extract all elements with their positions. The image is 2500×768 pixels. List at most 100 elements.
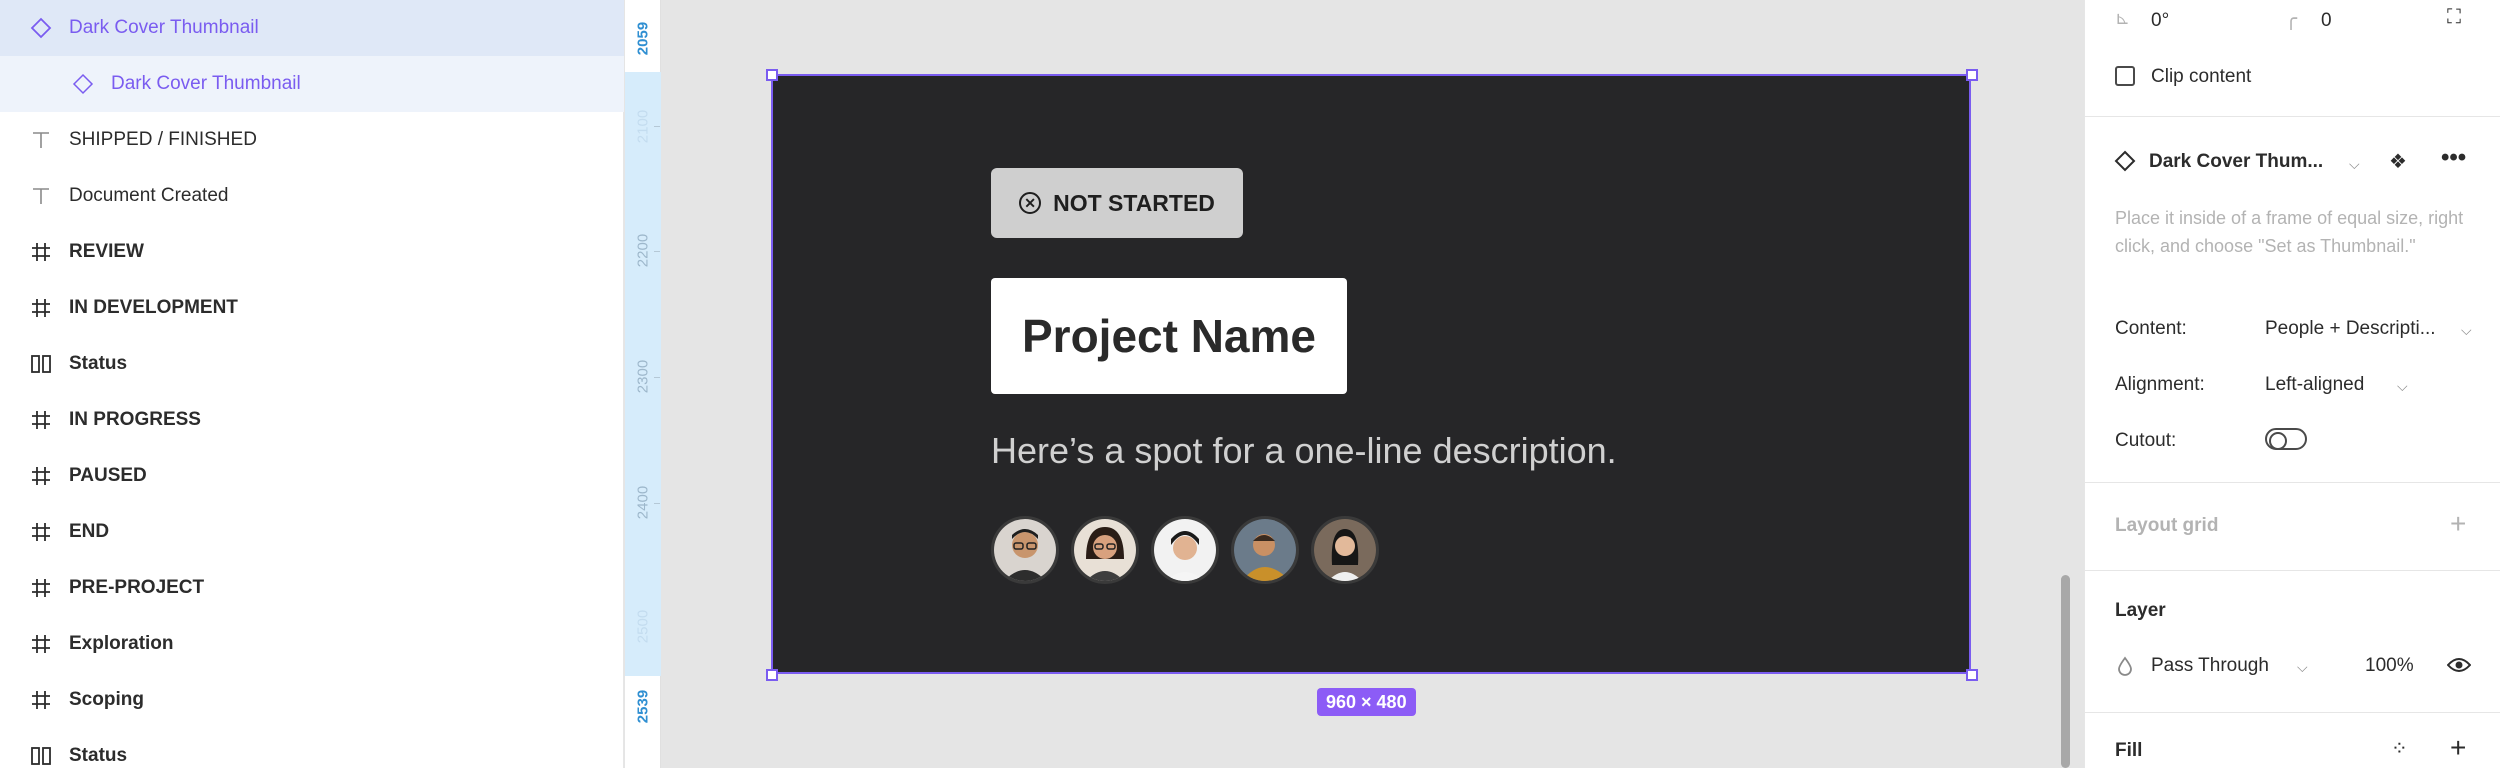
layer-row[interactable]: Status	[0, 336, 624, 392]
vertical-ruler: 2059 2100 2200 2300 2400 2500 2539	[625, 0, 661, 768]
ruler-label: 2400	[634, 485, 652, 520]
layer-row[interactable]: END	[0, 504, 624, 560]
layer-row[interactable]: PAUSED	[0, 448, 624, 504]
layer-row[interactable]: Status	[0, 728, 624, 768]
frame-icon	[28, 631, 54, 657]
chevron-down-icon[interactable]: ⌵	[2397, 378, 2408, 395]
frame-icon	[28, 463, 54, 489]
project-name-box[interactable]: Project Name	[991, 278, 1347, 394]
frame-icon	[28, 407, 54, 433]
avatar[interactable]	[1231, 516, 1299, 584]
layer-row[interactable]: IN DEVELOPMENT	[0, 280, 624, 336]
layer-row[interactable]: Dark Cover Thumbnail	[0, 56, 624, 112]
ruler-label-end: 2539	[634, 689, 652, 724]
resize-handle-bottom-right[interactable]	[1966, 669, 1978, 681]
layer-label: Status	[69, 353, 128, 374]
columns-icon	[28, 743, 54, 768]
dark-cover-thumbnail-frame[interactable]: ✕ NOT STARTED Project Name Here’s a spot…	[771, 74, 1971, 674]
layer-row[interactable]: Document Created	[0, 168, 624, 224]
layer-label: REVIEW	[69, 241, 144, 262]
blend-mode-dropdown[interactable]: Pass Through	[2151, 655, 2269, 677]
status-pill-label: NOT STARTED	[1053, 189, 1215, 216]
frame-size-badge: 960 × 480	[1317, 688, 1416, 716]
layer-label: Document Created	[69, 185, 229, 206]
avatar[interactable]	[991, 516, 1059, 584]
ruler-tick	[654, 377, 660, 378]
corner-radius-value[interactable]: 0	[2321, 10, 2332, 32]
cutout-label: Cutout:	[2115, 430, 2177, 451]
divider	[2085, 570, 2500, 571]
ruler-tick	[654, 126, 660, 127]
layer-row[interactable]: Dark Cover Thumbnail	[0, 0, 624, 56]
resize-handle-bottom-left[interactable]	[766, 669, 778, 681]
project-description[interactable]: Here’s a spot for a one-line description…	[991, 430, 1617, 472]
add-fill-icon[interactable]: +	[2450, 732, 2466, 764]
layer-label: END	[69, 521, 110, 542]
content-label: Content:	[2115, 318, 2187, 339]
text-icon	[28, 127, 54, 153]
component-icon	[28, 15, 54, 41]
chevron-down-icon[interactable]: ⌵	[2349, 156, 2360, 173]
avatar[interactable]	[1071, 516, 1139, 584]
divider	[2085, 712, 2500, 713]
layer-label: IN PROGRESS	[69, 409, 201, 430]
text-icon	[28, 183, 54, 209]
eye-icon[interactable]	[2447, 656, 2471, 674]
ruler-label: 2300	[634, 359, 652, 394]
layout-grid-title: Layout grid	[2115, 515, 2219, 536]
ruler-label: 2500	[634, 609, 652, 644]
layer-label: Dark Cover Thumbnail	[69, 17, 259, 38]
component-name[interactable]: Dark Cover Thum...	[2149, 151, 2323, 173]
divider	[2085, 482, 2500, 483]
thumbnail-hint: Place it inside of a frame of equal size…	[2115, 208, 2464, 256]
more-options-icon[interactable]: •••	[2441, 144, 2466, 172]
layer-row[interactable]: IN PROGRESS	[0, 392, 624, 448]
expand-corners-icon[interactable]: ⛶	[2447, 6, 2461, 29]
rotation-value[interactable]: 0°	[2151, 10, 2169, 32]
avatar[interactable]	[1151, 516, 1219, 584]
opacity-value[interactable]: 100%	[2365, 655, 2414, 677]
clip-content-checkbox[interactable]	[2115, 66, 2135, 86]
layer-label: PRE-PROJECT	[69, 577, 205, 598]
layer-row[interactable]: SHIPPED / FINISHED	[0, 112, 624, 168]
ruler-label-start: 2059	[634, 21, 652, 56]
project-name-text: Project Name	[1021, 310, 1316, 362]
design-canvas[interactable]: ✕ NOT STARTED Project Name Here’s a spot…	[661, 0, 2084, 768]
go-to-main-component-icon[interactable]: ❖	[2389, 149, 2407, 174]
avatar-group[interactable]	[991, 516, 1379, 584]
columns-icon	[28, 351, 54, 377]
layer-row[interactable]: Exploration	[0, 616, 624, 672]
cutout-toggle[interactable]	[2265, 428, 2307, 450]
resize-handle-top-right[interactable]	[1966, 69, 1978, 81]
layer-label: PAUSED	[69, 465, 147, 486]
layer-section-title: Layer	[2115, 600, 2166, 621]
corner-radius-icon: ╭	[2285, 8, 2298, 30]
frame-icon	[28, 239, 54, 265]
layer-label: SHIPPED / FINISHED	[69, 129, 257, 150]
avatar[interactable]	[1311, 516, 1379, 584]
layer-label: Scoping	[69, 689, 144, 710]
alignment-dropdown[interactable]: Left-aligned	[2265, 374, 2364, 396]
status-pill[interactable]: ✕ NOT STARTED	[991, 168, 1243, 238]
ruler-tick	[654, 251, 660, 252]
component-icon	[2114, 150, 2136, 172]
add-layout-grid-icon[interactable]: +	[2450, 508, 2466, 540]
layers-panel: Dark Cover Thumbnail Dark Cover Thumbnail…	[0, 0, 624, 768]
layer-row[interactable]: PRE-PROJECT	[0, 560, 624, 616]
content-dropdown[interactable]: People + Descripti...	[2265, 318, 2436, 340]
canvas-scrollbar[interactable]	[2061, 575, 2070, 768]
style-grid-icon[interactable]: ⁘	[2391, 736, 2408, 761]
chevron-down-icon[interactable]: ⌵	[2297, 659, 2308, 676]
layer-label: Status	[69, 745, 128, 766]
frame-icon	[28, 687, 54, 713]
ruler-label: 2100	[634, 109, 652, 144]
layer-row[interactable]: REVIEW	[0, 224, 624, 280]
properties-panel: ⊾ 0° ╭ 0 ⛶ Clip content Dark Cover Thum.…	[2084, 0, 2500, 768]
layer-row[interactable]: Scoping	[0, 672, 624, 728]
divider	[2085, 116, 2500, 117]
layer-label: IN DEVELOPMENT	[69, 297, 238, 318]
chevron-down-icon[interactable]: ⌵	[2461, 322, 2472, 339]
resize-handle-top-left[interactable]	[766, 69, 778, 81]
frame-icon	[28, 575, 54, 601]
component-instance-icon	[70, 71, 96, 97]
